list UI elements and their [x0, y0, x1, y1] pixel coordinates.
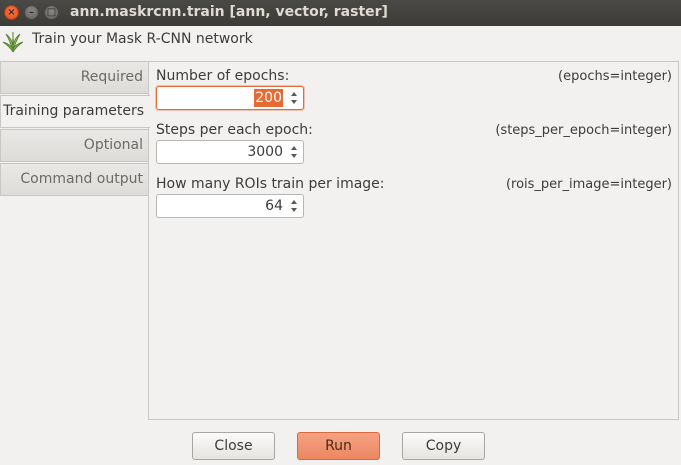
decrement-arrow-icon[interactable]: [291, 154, 297, 158]
rois-per-image-label: How many ROIs train per image:: [156, 176, 385, 192]
window-maximize-button[interactable]: □: [44, 5, 59, 20]
steps-per-epoch-key: (steps_per_epoch=integer): [495, 123, 672, 138]
run-button[interactable]: Run: [297, 432, 380, 460]
rois-per-image-spinbox[interactable]: 64: [156, 194, 304, 218]
epochs-spinbox[interactable]: 200: [156, 86, 304, 110]
tab-command-output[interactable]: Command output: [0, 163, 149, 196]
rois-per-image-key: (rois_per_image=integer): [505, 177, 672, 192]
epochs-label: Number of epochs:: [156, 68, 290, 84]
tab-optional[interactable]: Optional: [0, 129, 149, 162]
copy-button[interactable]: Copy: [402, 432, 485, 460]
minimize-icon: –: [29, 6, 34, 18]
decrement-arrow-icon[interactable]: [291, 100, 297, 104]
epochs-key: (epochs=integer): [558, 69, 672, 84]
window-minimize-button[interactable]: –: [24, 5, 39, 20]
tab-list: Required Training parameters Optional Co…: [0, 61, 150, 197]
increment-arrow-icon[interactable]: [291, 146, 297, 150]
decrement-arrow-icon[interactable]: [291, 208, 297, 212]
dialog-header: Train your Mask R-CNN network: [0, 26, 681, 58]
epochs-value[interactable]: 200: [254, 89, 283, 107]
increment-arrow-icon[interactable]: [291, 92, 297, 96]
steps-per-epoch-label: Steps per each epoch:: [156, 122, 313, 138]
steps-per-epoch-spinbox[interactable]: 3000: [156, 140, 304, 164]
window-close-button[interactable]: ×: [4, 5, 19, 20]
grass-logo-icon: [2, 32, 24, 53]
window-titlebar: × – □ ann.maskrcnn.train [ann, vector, r…: [0, 0, 681, 26]
steps-per-epoch-stepper[interactable]: [287, 143, 301, 161]
tab-required[interactable]: Required: [0, 61, 149, 94]
steps-per-epoch-value[interactable]: 3000: [247, 143, 283, 161]
increment-arrow-icon[interactable]: [291, 200, 297, 204]
maximize-icon: □: [46, 6, 57, 18]
close-icon: ×: [7, 6, 16, 18]
rois-per-image-value[interactable]: 64: [265, 197, 283, 215]
training-parameters-panel: Number of epochs: (epochs=integer) 200 S…: [148, 61, 679, 420]
dialog-description: Train your Mask R-CNN network: [32, 31, 253, 47]
rois-per-image-stepper[interactable]: [287, 197, 301, 215]
epochs-stepper[interactable]: [287, 89, 301, 107]
tab-training-parameters[interactable]: Training parameters: [0, 95, 150, 128]
close-button[interactable]: Close: [192, 432, 275, 460]
window-title: ann.maskrcnn.train [ann, vector, raster]: [70, 4, 388, 20]
